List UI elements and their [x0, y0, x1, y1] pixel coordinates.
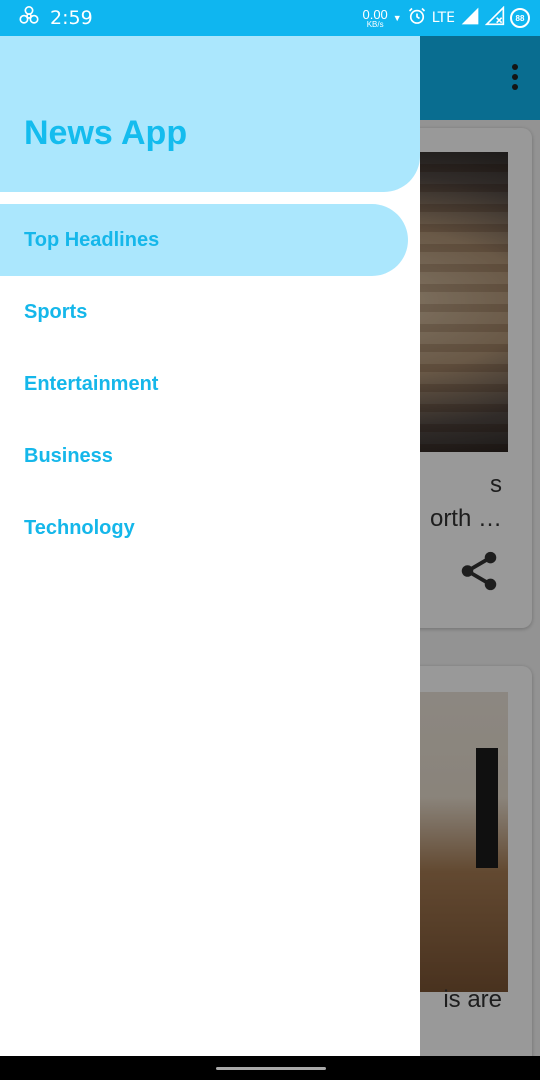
status-bar: 2:59 0.00 KB/s ▼ LTE 88 [0, 0, 540, 36]
home-gesture-pill[interactable] [216, 1067, 326, 1070]
navigation-drawer: News App Top Headlines Sports Entertainm… [0, 36, 420, 1056]
nav-item-technology[interactable]: Technology [0, 492, 408, 564]
drawer-header: News App [0, 36, 420, 192]
status-time: 2:59 [50, 7, 93, 29]
nav-item-entertainment[interactable]: Entertainment [0, 348, 408, 420]
nav-item-business[interactable]: Business [0, 420, 408, 492]
nav-item-top-headlines[interactable]: Top Headlines [0, 204, 408, 276]
biohazard-icon [18, 5, 40, 32]
battery-circle-icon: 88 [510, 8, 530, 28]
signal-x-icon [484, 5, 505, 31]
alarm-icon [407, 6, 427, 31]
drawer-title: News App [24, 114, 188, 152]
caret-down-icon: ▼ [392, 13, 402, 23]
network-speed: 0.00 KB/s [362, 6, 388, 29]
network-type: LTE [431, 10, 455, 26]
nav-item-sports[interactable]: Sports [0, 276, 408, 348]
signal-icon [460, 6, 480, 31]
system-navigation-bar [0, 1056, 540, 1080]
